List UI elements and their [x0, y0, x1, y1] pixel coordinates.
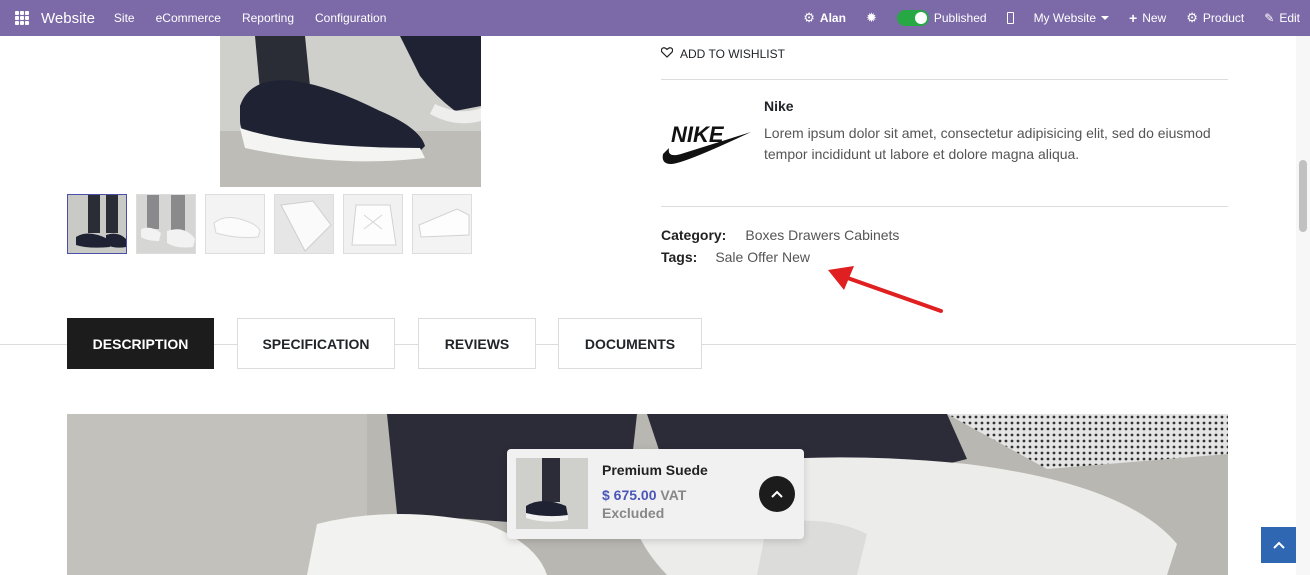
thumbnail-4[interactable]	[274, 194, 334, 254]
thumbnail-3[interactable]	[205, 194, 265, 254]
red-arrow-annotation	[826, 264, 946, 316]
main-menu: Site eCommerce Reporting Configuration	[114, 11, 386, 25]
category-label: Category:	[661, 227, 727, 243]
thumbnail-2[interactable]	[136, 194, 196, 254]
add-to-wishlist-link[interactable]: ADD TO WISHLIST	[660, 47, 785, 61]
product-button[interactable]: ⚙ Product	[1176, 0, 1254, 36]
website-label: My Website	[1033, 11, 1097, 25]
chevron-down-icon	[1101, 16, 1110, 20]
app-title[interactable]: Website	[41, 10, 95, 27]
tab-reviews[interactable]: REVIEWS	[418, 318, 536, 369]
apps-grid-icon[interactable]	[15, 11, 29, 25]
wishlist-label: ADD TO WISHLIST	[680, 47, 785, 61]
product-label: Product	[1202, 11, 1245, 25]
edit-button[interactable]: ✎ Edit	[1254, 0, 1310, 36]
chevron-up-icon	[771, 485, 783, 503]
scroll-up-button[interactable]	[759, 476, 795, 512]
new-label: New	[1142, 11, 1167, 25]
pencil-icon: ✎	[1264, 11, 1275, 25]
tab-documents[interactable]: DOCUMENTS	[558, 318, 702, 369]
thumbnail-1[interactable]	[67, 194, 127, 254]
mobile-preview-button[interactable]	[997, 0, 1024, 36]
nike-logo: NIKE	[661, 118, 753, 168]
menu-configuration[interactable]: Configuration	[315, 11, 386, 25]
sticky-product-name: Premium Suede	[602, 462, 708, 478]
sticky-price-vat: $ 675.00 VAT Excluded	[602, 486, 712, 522]
toggle-switch[interactable]	[896, 10, 929, 26]
debug-button[interactable]: ✹	[856, 0, 887, 36]
gear-icon: ⚙	[1186, 10, 1198, 25]
tab-description[interactable]: DESCRIPTION	[67, 318, 214, 369]
thumbnail-5[interactable]	[343, 194, 403, 254]
edit-label: Edit	[1279, 11, 1300, 25]
user-name: Alan	[819, 11, 846, 25]
mobile-icon	[1006, 12, 1014, 24]
navbar-right: ⚙ Alan ✹ Published My Website + New ⚙ Pr…	[793, 0, 1310, 36]
published-label: Published	[933, 11, 987, 25]
sticky-product-price: $ 675.00	[602, 487, 657, 503]
website-switcher[interactable]: My Website	[1024, 0, 1119, 36]
chevron-up-icon	[1273, 536, 1285, 554]
tab-specification[interactable]: SPECIFICATION	[237, 318, 395, 369]
thumbnail-6[interactable]	[412, 194, 472, 254]
page-scrollbar[interactable]	[1296, 36, 1310, 575]
divider	[661, 79, 1228, 80]
scrollbar-thumb[interactable]	[1299, 160, 1307, 232]
divider	[661, 206, 1228, 207]
tags-row: Tags: Sale Offer New	[661, 249, 810, 265]
category-row: Category: Boxes Drawers Cabinets	[661, 227, 899, 243]
heart-icon	[660, 47, 674, 61]
scroll-to-top-button[interactable]	[1261, 527, 1297, 563]
menu-site[interactable]: Site	[114, 11, 135, 25]
sticky-product-image	[516, 458, 588, 529]
brand-name: Nike	[764, 98, 794, 114]
new-button[interactable]: + New	[1119, 0, 1176, 36]
tags-label: Tags:	[661, 249, 698, 265]
gear-icon: ⚙	[803, 10, 815, 25]
menu-reporting[interactable]: Reporting	[242, 11, 294, 25]
category-value[interactable]: Boxes Drawers Cabinets	[745, 227, 899, 243]
tags-value[interactable]: Sale Offer New	[715, 249, 810, 265]
thumbnail-strip	[67, 194, 472, 254]
brand-description: Lorem ipsum dolor sit amet, consectetur …	[764, 125, 1211, 162]
published-toggle[interactable]: Published	[887, 0, 997, 36]
bug-icon: ✹	[865, 10, 877, 25]
sticky-product-card: Premium Suede $ 675.00 VAT Excluded	[507, 449, 804, 539]
menu-ecommerce[interactable]: eCommerce	[156, 11, 221, 25]
user-menu[interactable]: ⚙ Alan	[793, 0, 856, 36]
plus-icon: +	[1129, 10, 1138, 26]
top-navbar: Website Site eCommerce Reporting Configu…	[0, 0, 1310, 36]
product-main-image[interactable]	[220, 36, 481, 187]
